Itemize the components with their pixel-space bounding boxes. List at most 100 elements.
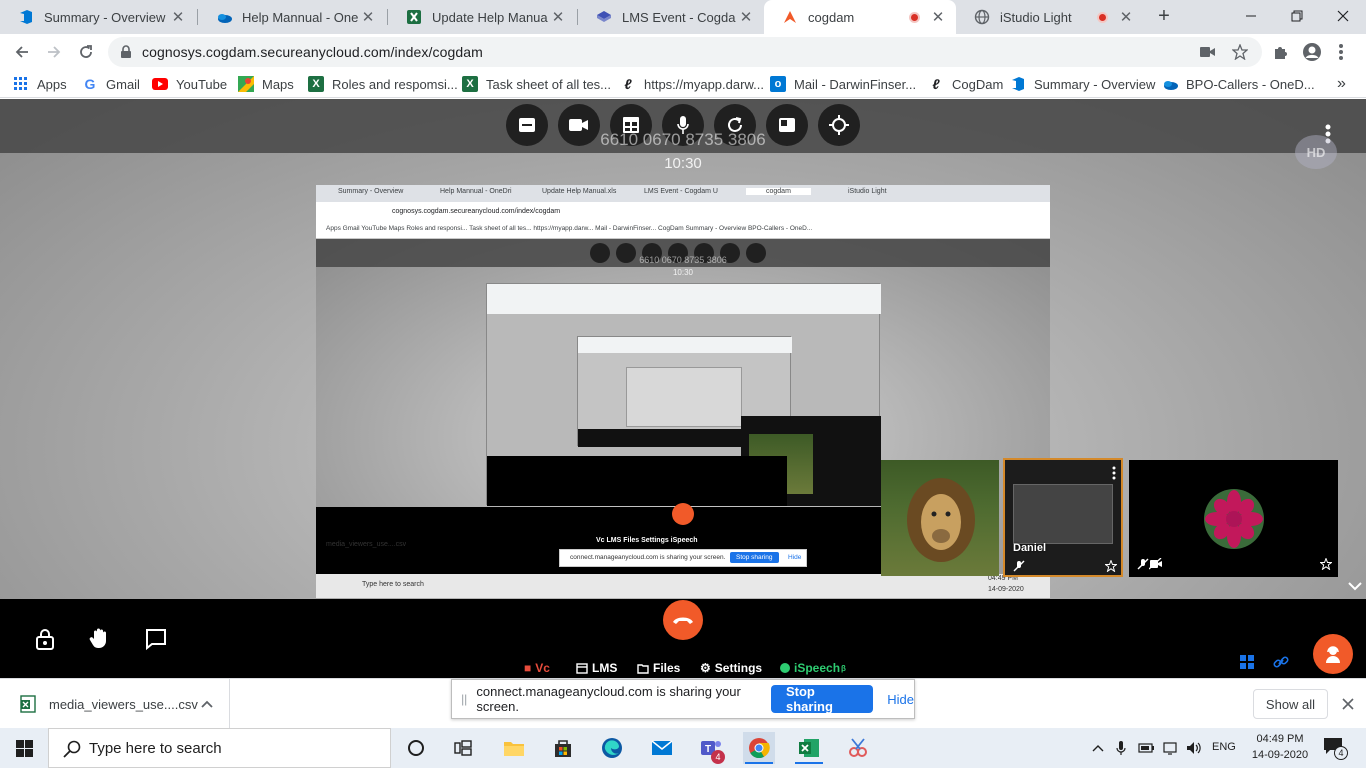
chevron-up-icon[interactable] — [1092, 743, 1104, 753]
star-icon[interactable] — [1105, 560, 1117, 572]
task-view-button[interactable] — [447, 732, 479, 764]
bookmark-mail[interactable]: o Mail - DarwinFinser... — [770, 75, 916, 93]
drag-handle-icon[interactable]: || — [456, 692, 472, 706]
teams-button[interactable]: T 4 — [695, 732, 727, 764]
bookmark-summary[interactable]: Summary - Overview — [1010, 75, 1155, 93]
clock-date[interactable]: 14-09-2020 — [1250, 749, 1310, 761]
lock-icon[interactable] — [33, 627, 57, 651]
close-icon[interactable]: ✕ — [736, 8, 756, 26]
reload-button[interactable] — [74, 40, 98, 64]
lock-icon — [121, 45, 131, 58]
minimize-button[interactable] — [1228, 0, 1274, 32]
restore-button[interactable] — [1274, 0, 1320, 32]
network-icon[interactable] — [1162, 740, 1180, 756]
download-item[interactable]: media_viewers_use....csv — [0, 679, 230, 729]
shared-bookmarks: Apps Gmail YouTube Maps Roles and respon… — [316, 221, 1050, 238]
profile-avatar-icon[interactable] — [1302, 42, 1322, 62]
forward-button[interactable] — [42, 40, 66, 64]
more-bookmarks-button[interactable]: » — [1337, 75, 1346, 93]
chrome-button[interactable] — [743, 732, 775, 764]
bookmark-myapp[interactable]: ℓ https://myapp.darw... — [620, 75, 764, 93]
bookmark-cogdam[interactable]: ℓ CogDam — [928, 75, 1003, 93]
taskbar-search-box[interactable]: Type here to search — [48, 728, 391, 768]
excel-icon — [799, 739, 819, 757]
raise-hand-icon[interactable] — [88, 626, 112, 650]
task-view-icon — [454, 740, 472, 756]
tab-istudio-light[interactable]: iStudio Light ✕ — [956, 0, 1144, 34]
menu-ispeech[interactable]: iSpeech β — [780, 661, 846, 675]
bookmark-star-icon[interactable] — [1232, 44, 1248, 60]
recursive-screen-capture — [486, 283, 881, 506]
edge-button[interactable] — [596, 732, 628, 764]
stop-sharing-button[interactable]: Stop sharing — [770, 684, 874, 714]
more-options-icon[interactable] — [1111, 466, 1117, 480]
tab-lms-event[interactable]: LMS Event - Cogdam U ✕ — [578, 0, 764, 34]
mail-button[interactable] — [646, 732, 678, 764]
video-icon: ■ — [524, 661, 532, 675]
bookmark-maps[interactable]: Maps — [238, 75, 294, 93]
store-icon — [555, 740, 571, 757]
chevron-down-icon[interactable] — [1346, 577, 1364, 595]
close-icon[interactable]: ✕ — [928, 8, 948, 26]
volume-icon[interactable] — [1186, 740, 1204, 756]
bookmark-youtube[interactable]: YouTube — [152, 75, 227, 93]
input-language[interactable]: ENG — [1212, 741, 1236, 753]
grid-view-icon[interactable] — [1240, 655, 1254, 669]
tab-update-help-manual[interactable]: Update Help Manual.xls ✕ — [388, 0, 576, 34]
excel-icon — [407, 10, 421, 24]
store-button[interactable] — [547, 732, 579, 764]
menu-settings[interactable]: ⚙ Settings — [700, 661, 762, 675]
support-button[interactable] — [1313, 634, 1353, 674]
battery-icon[interactable] — [1138, 740, 1156, 756]
new-tab-button[interactable]: + — [1152, 5, 1176, 29]
video-off-icon[interactable] — [1149, 558, 1163, 570]
star-icon[interactable] — [1320, 558, 1332, 570]
microphone-icon[interactable] — [1116, 740, 1126, 756]
address-bar[interactable]: cognosys.cogdam.secureanycloud.com/index… — [108, 37, 1262, 67]
cortana-button[interactable] — [400, 732, 432, 764]
tab-summary-overview[interactable]: Summary - Overview ✕ — [0, 0, 196, 34]
mic-muted-icon[interactable] — [1013, 560, 1025, 572]
close-icon[interactable]: ✕ — [358, 8, 378, 26]
close-icon[interactable]: ✕ — [548, 8, 568, 26]
extensions-puzzle-icon[interactable] — [1272, 44, 1288, 60]
menu-files[interactable]: Files — [637, 661, 680, 675]
menu-vc[interactable]: ■ Vc — [524, 661, 550, 675]
menu-lms[interactable]: LMS — [576, 661, 617, 675]
close-icon[interactable]: ✕ — [1116, 8, 1136, 26]
active-app-indicator — [795, 762, 823, 764]
video-tile-avatar[interactable] — [1129, 460, 1338, 577]
video-tile-lion[interactable] — [881, 460, 999, 576]
camera-in-use-icon[interactable] — [1200, 46, 1216, 58]
action-center-button[interactable]: 4 — [1322, 736, 1348, 762]
bookmark-apps[interactable]: Apps — [14, 75, 67, 93]
file-explorer-button[interactable] — [498, 732, 530, 764]
start-button[interactable] — [0, 728, 48, 768]
bookmark-gmail[interactable]: G Gmail — [82, 75, 140, 93]
more-vertical-icon[interactable] — [1338, 43, 1344, 61]
back-button[interactable] — [10, 40, 34, 64]
chevron-up-icon[interactable] — [200, 697, 214, 711]
link-icon[interactable] — [1273, 654, 1289, 670]
active-app-indicator — [745, 762, 773, 764]
bookmark-bpo-callers[interactable]: BPO-Callers - OneD... — [1162, 75, 1315, 93]
bookmark-roles[interactable]: X Roles and respomsi... — [308, 75, 458, 93]
end-call-button[interactable] — [663, 600, 703, 640]
notification-count-badge: 4 — [1334, 746, 1348, 760]
snipping-tool-button[interactable] — [842, 732, 874, 764]
tab-cogdam[interactable]: cogdam ✕ — [764, 0, 956, 34]
close-icon[interactable]: ✕ — [168, 8, 188, 26]
video-tile-daniel[interactable]: Daniel — [1003, 458, 1123, 577]
chat-icon[interactable] — [144, 627, 168, 651]
hd-quality-badge: HD — [1295, 135, 1337, 169]
bookmark-task-sheet[interactable]: X Task sheet of all tes... — [462, 75, 611, 93]
excel-button[interactable] — [793, 732, 825, 764]
hide-button[interactable]: Hide — [887, 692, 914, 707]
tab-help-mannual[interactable]: Help Mannual - OneDri ✕ — [198, 0, 386, 34]
close-icon[interactable] — [1342, 698, 1354, 710]
show-all-button[interactable]: Show all — [1253, 689, 1328, 719]
close-window-button[interactable] — [1320, 0, 1366, 32]
close-icon — [1337, 10, 1349, 22]
clock-time[interactable]: 04:49 PM — [1250, 733, 1310, 745]
mic-muted-icon[interactable] — [1137, 558, 1149, 570]
